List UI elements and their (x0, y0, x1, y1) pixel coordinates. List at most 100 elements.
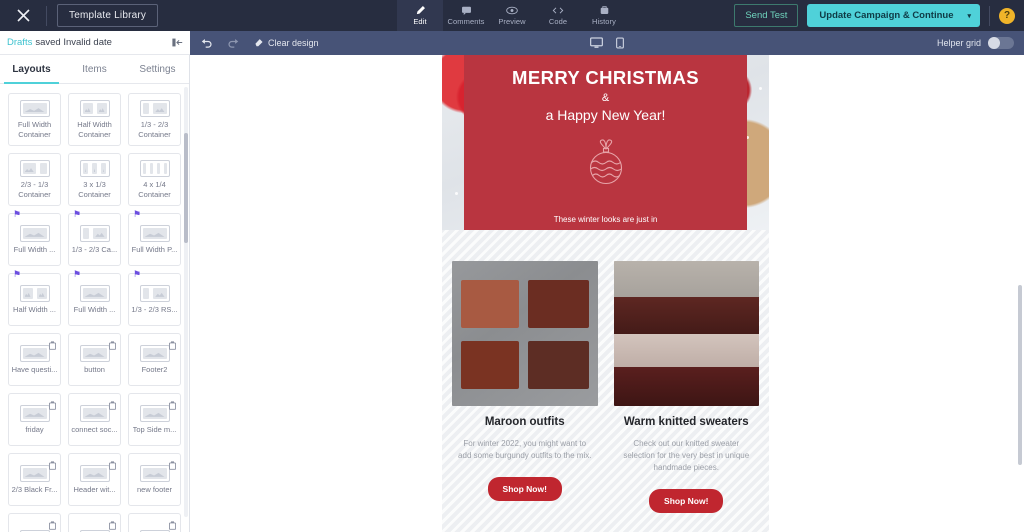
send-test-button[interactable]: Send Test (734, 4, 799, 27)
trash-icon[interactable] (109, 337, 116, 355)
layout-block-card[interactable]: ⚑ Full Width P... (128, 210, 181, 266)
layout-block-card[interactable]: 2/3 - 1/3 Container (8, 153, 61, 206)
trash-icon[interactable] (109, 457, 116, 475)
shop-now-button-2[interactable]: Shop Now! (649, 488, 724, 513)
update-campaign-label: Update Campaign & Continue (819, 10, 954, 21)
trash-icon[interactable] (109, 517, 116, 532)
trash-icon[interactable] (169, 397, 176, 415)
pin-icon[interactable]: ⚑ (73, 210, 81, 219)
layout-block-card[interactable]: Half Width Container (68, 93, 121, 146)
layout-block-card[interactable]: Top Side m... (128, 393, 181, 446)
layout-block-label: Footer2 (141, 364, 168, 374)
layout-block-label: friday (25, 424, 44, 434)
clear-design-button[interactable]: Clear design (254, 37, 319, 49)
mobile-icon[interactable] (616, 37, 624, 49)
comment-icon (461, 5, 472, 16)
layout-block-card[interactable]: 2/3 Black Fr... (8, 453, 61, 506)
product-description-2: Check out our knitted sweater selection … (623, 438, 750, 472)
tab-items[interactable]: Items (63, 55, 126, 83)
drafts-link[interactable]: Drafts (7, 37, 32, 48)
trash-icon[interactable] (169, 517, 176, 532)
collapse-panel-icon[interactable] (172, 38, 183, 47)
tab-layouts[interactable]: Layouts (0, 55, 63, 84)
layout-thumb (79, 100, 110, 118)
layout-thumb (139, 160, 170, 178)
tab-preview[interactable]: Preview (489, 0, 535, 31)
pin-icon[interactable]: ⚑ (13, 210, 21, 219)
sweater-band (613, 261, 759, 298)
layout-block-card[interactable]: ⚑ Full Width ... (68, 270, 121, 326)
trash-icon[interactable] (109, 397, 116, 415)
product-card-2[interactable]: Warm knitted sweaters Check out our knit… (613, 261, 759, 513)
product-description-1: For winter 2022, you might want to add s… (458, 438, 592, 460)
layout-block-card[interactable]: connect soc... (68, 393, 121, 446)
layout-thumb-icon (19, 404, 50, 422)
layout-block-card[interactable]: ⚑ Full Width ... (8, 210, 61, 266)
stacked-knitted-sweaters-photo[interactable] (613, 261, 759, 406)
tab-history[interactable]: History (581, 0, 627, 31)
layout-block-label: Full Width ... (13, 244, 56, 254)
layout-thumb-icon (19, 284, 50, 302)
trash-icon[interactable] (49, 337, 56, 355)
chevron-down-icon[interactable]: ▾ (967, 12, 971, 20)
redo-icon[interactable] (227, 38, 240, 49)
hero-title: MERRY CHRISTMAS (512, 67, 699, 88)
hero-ampersand: & (601, 92, 610, 104)
layout-block-card[interactable] (8, 513, 61, 532)
layout-block-card[interactable]: 3 x 1/3 Container (68, 153, 121, 206)
shop-now-button-1[interactable]: Shop Now! (487, 476, 562, 501)
pin-icon[interactable]: ⚑ (133, 210, 141, 219)
layout-block-card[interactable]: Have questi... (8, 333, 61, 386)
layout-block-card[interactable]: Header wit... (68, 453, 121, 506)
pin-icon[interactable]: ⚑ (133, 270, 141, 279)
tab-code-label: Code (548, 17, 568, 26)
layout-block-card[interactable]: ⚑ 1/3 - 2/3 Ca... (68, 210, 121, 266)
helper-grid-toggle[interactable] (988, 37, 1014, 49)
update-campaign-button[interactable]: Update Campaign & Continue ▾ (807, 4, 980, 27)
sidebar-scrollbar[interactable] (184, 87, 188, 517)
layout-thumb-icon (139, 404, 170, 422)
maroon-outfit-flatlay-photo[interactable] (452, 261, 598, 406)
trash-icon[interactable] (169, 457, 176, 475)
desktop-icon[interactable] (590, 37, 603, 49)
pin-icon[interactable]: ⚑ (13, 270, 21, 279)
trash-icon[interactable] (49, 457, 56, 475)
close-icon[interactable] (0, 0, 46, 31)
sweater-band (613, 366, 759, 406)
layout-block-card[interactable]: ⚑ 1/3 - 2/3 RS... (128, 270, 181, 326)
layout-block-label: 2/3 Black Fr... (11, 484, 58, 494)
help-icon[interactable]: ? (999, 7, 1015, 24)
tab-edit-label: Edit (413, 17, 427, 26)
outfit-item (460, 279, 519, 328)
eye-icon (506, 5, 518, 16)
layout-block-card[interactable]: ⚑ Half Width ... (8, 270, 61, 326)
layout-block-card[interactable]: 1/3 - 2/3 Container (128, 93, 181, 146)
tab-code[interactable]: Code (535, 0, 581, 31)
tab-settings[interactable]: Settings (126, 55, 189, 83)
undo-icon[interactable] (200, 38, 213, 49)
trash-icon[interactable] (49, 397, 56, 415)
pin-icon[interactable]: ⚑ (73, 270, 81, 279)
layout-block-card[interactable]: new footer (128, 453, 181, 506)
layout-block-label: Full Width ... (73, 304, 116, 314)
scrollbar-thumb[interactable] (184, 133, 188, 243)
layout-block-card[interactable] (68, 513, 121, 532)
hero-section[interactable]: MERRY CHRISTMAS & a Happy New Year! Thes… (442, 55, 769, 230)
layout-block-card[interactable]: 4 x 1/4 Container (128, 153, 181, 206)
tab-edit[interactable]: Edit (397, 0, 443, 31)
layout-thumb (19, 344, 50, 362)
product-card-1[interactable]: Maroon outfits For winter 2022, you migh… (452, 261, 598, 513)
layout-block-card[interactable]: Full Width Container (8, 93, 61, 146)
layout-thumb (19, 404, 50, 422)
layout-block-card[interactable] (128, 513, 181, 532)
trash-icon[interactable] (169, 337, 176, 355)
layout-thumb (139, 284, 170, 302)
tab-comments[interactable]: Comments (443, 0, 489, 31)
layout-thumb (139, 100, 170, 118)
layout-block-card[interactable]: friday (8, 393, 61, 446)
canvas-scrollbar[interactable] (1018, 285, 1022, 465)
layout-block-card[interactable]: Footer2 (128, 333, 181, 386)
trash-icon[interactable] (49, 517, 56, 532)
template-library-button[interactable]: Template Library (57, 4, 159, 27)
layout-block-card[interactable]: button (68, 333, 121, 386)
